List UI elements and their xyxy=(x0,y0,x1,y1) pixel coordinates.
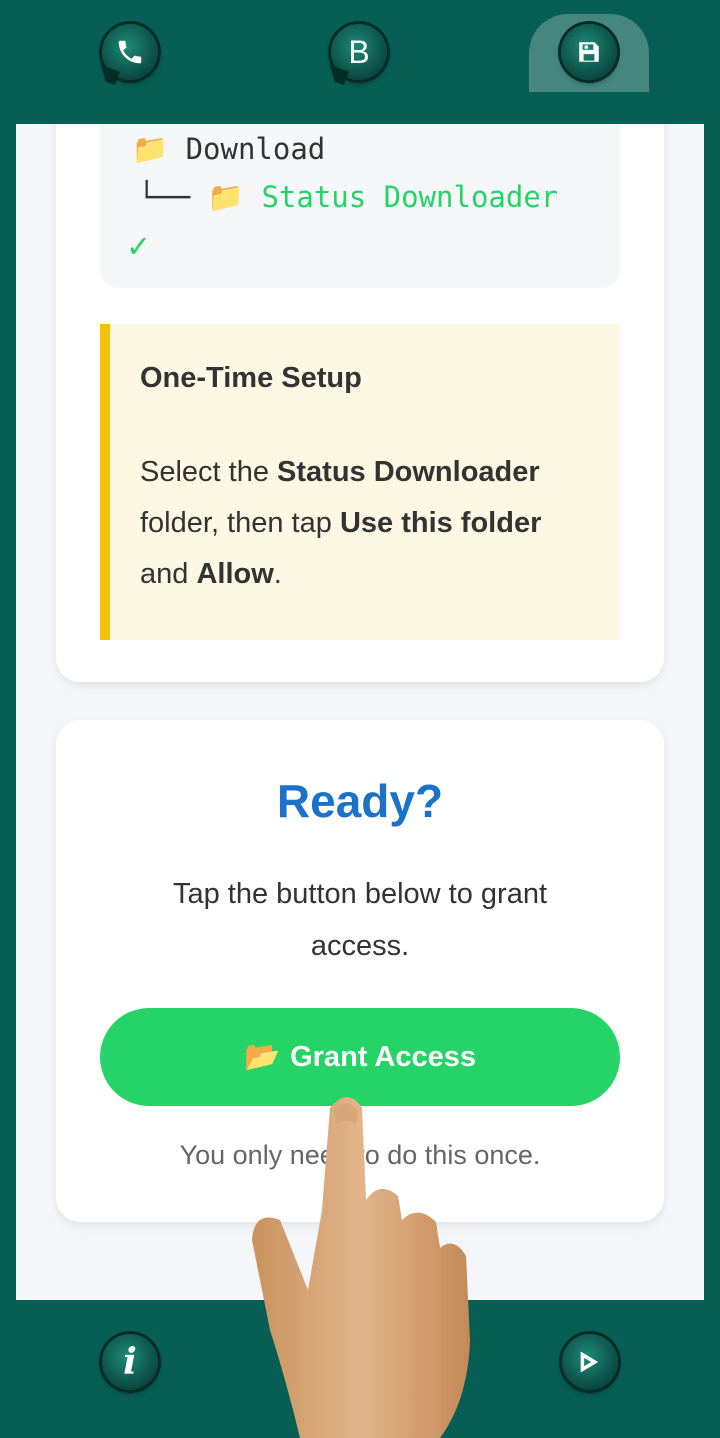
note-text-part: . xyxy=(273,558,282,590)
business-icon: B xyxy=(348,33,370,70)
note-bold-allow: Allow xyxy=(196,558,274,590)
grant-access-label: Grant Access xyxy=(290,1040,477,1073)
folder-tree: 📁 Download └── 📁 Status Downloader ✓ xyxy=(100,124,620,288)
saved-tab-button[interactable] xyxy=(561,24,617,80)
setup-note: One-Time Setup Select the Status Downloa… xyxy=(100,324,620,640)
pointing-hand-image xyxy=(252,1097,470,1438)
phone-icon xyxy=(118,40,142,64)
setup-note-title: One-Time Setup xyxy=(140,362,362,394)
folder-icon: 📁 xyxy=(207,180,244,214)
info-icon: i xyxy=(123,1341,137,1383)
note-text-part: Select the xyxy=(140,456,278,488)
info-button[interactable]: i xyxy=(102,1334,158,1390)
tree-child: └── 📁 Status Downloader xyxy=(138,180,558,215)
open-folder-icon: 📂 xyxy=(243,1041,281,1073)
note-bold-use-folder: Use this folder xyxy=(339,507,542,539)
note-bold-folder: Status Downloader xyxy=(277,456,540,488)
floppy-disk-icon xyxy=(579,42,599,62)
root-folder-label: Download xyxy=(185,132,326,166)
folder-icon: 📁 xyxy=(132,132,169,166)
play-store-button[interactable] xyxy=(562,1334,618,1390)
check-icon: ✓ xyxy=(128,226,149,266)
tree-root: 📁 Download xyxy=(132,132,325,167)
setup-note-text: Select the Status Downloader folder, the… xyxy=(140,447,590,600)
tree-branch: └── xyxy=(138,180,191,214)
child-folder-label: Status Downloader xyxy=(261,180,559,214)
play-store-icon xyxy=(580,1351,599,1373)
note-text-part: folder, then tap xyxy=(140,507,340,539)
ready-title: Ready? xyxy=(276,775,444,827)
ready-text: Tap the button below to grant access. xyxy=(172,878,548,962)
top-navigation-bar: B xyxy=(0,0,720,124)
note-text-part: and xyxy=(140,558,197,590)
